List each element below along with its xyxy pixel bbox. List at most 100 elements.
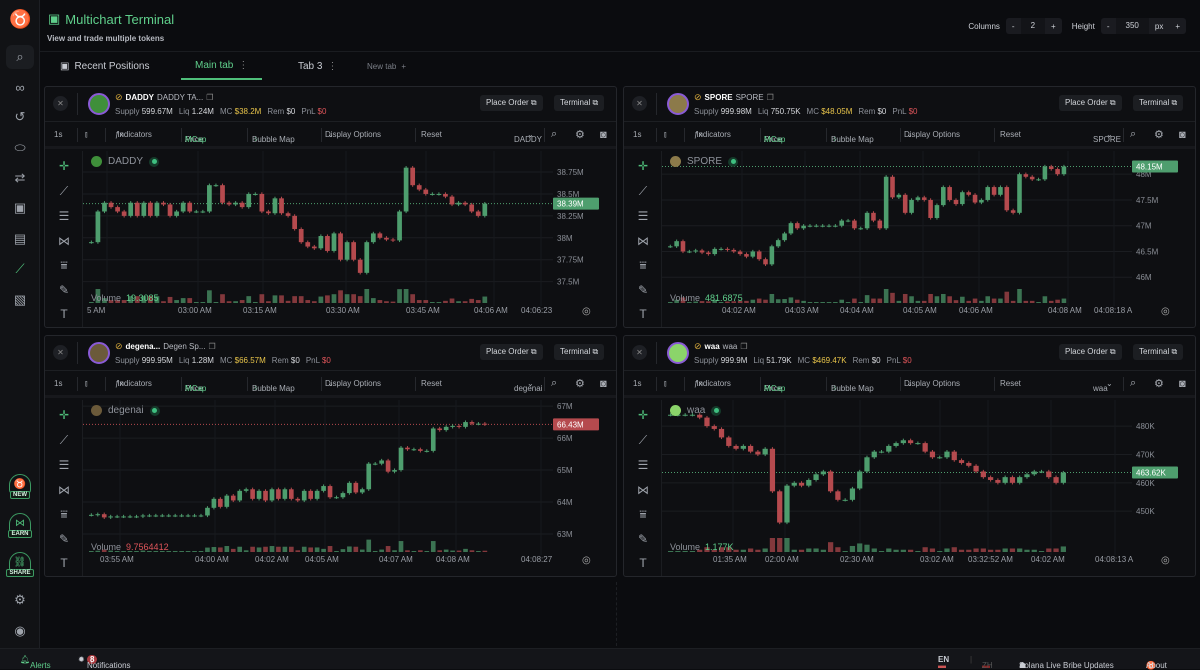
camera-icon[interactable]: ◙ [1179,129,1186,141]
fib-lines-icon[interactable]: ☰ [55,209,73,223]
notifications-button[interactable]: ✹ Notifications 8 [78,655,131,670]
close-icon[interactable]: ✕ [53,345,68,360]
tab-3[interactable]: Tab 3 ⋮ [298,52,337,80]
pattern-icon[interactable]: ⋈ [55,483,73,497]
terminal-button[interactable]: Terminal ⧉ [1133,95,1184,111]
chart-area[interactable]: ✛ ⟋ ☰ ⋈ ⩸ ✎ T 48M 47.5M 47M 46.5M 46M 48.15M … [624,151,1195,327]
chart-area[interactable]: ✛ ⟋ ☰ ⋈ ⩸ ✎ T 38.75M 38.5M 38.25M 38M 37.75M… [45,151,616,327]
place-order-button[interactable]: Place Order ⧉ [480,95,543,111]
measure-icon[interactable]: ⩸ [55,258,73,273]
trendline-icon[interactable]: ⟋ [634,433,652,448]
candle-type-icon[interactable]: ⫾ [664,379,667,389]
bull-logo-icon[interactable]: ♉ [9,9,31,30]
link-icon[interactable]: ∞ [6,75,34,99]
share-badge[interactable]: ⛓ SHARE [6,552,34,584]
indicators-button[interactable]: ƒx Indicators [115,130,152,139]
crosshair-icon[interactable]: ✛ [634,159,652,173]
trendline-icon[interactable]: ⟋ [55,433,73,448]
zoom-search-icon[interactable]: ⌕ [1130,128,1136,141]
candlestick-chart[interactable]: 480K 470K 460K 450K 463.62K [662,400,1196,555]
measure-icon[interactable]: ⩸ [634,258,652,273]
chevron-down-icon[interactable]: ⌄ [1106,130,1113,139]
fib-lines-icon[interactable]: ☰ [634,209,652,223]
crosshair-icon[interactable]: ✛ [55,408,73,422]
candlestick-chart[interactable]: 67M 66M 65M 64M 63M 66.43M [83,400,617,555]
gear-icon[interactable]: ⚙ [575,128,585,141]
interval-button[interactable]: 1s [54,130,62,139]
wallet-icon[interactable]: ▤ [6,227,34,251]
brush-icon[interactable]: ✎ [55,532,73,546]
interval-button[interactable]: 1s [633,130,641,139]
fib-lines-icon[interactable]: ☰ [634,458,652,472]
candlestick-chart[interactable]: 38.75M38.5M38.25M38M37.75M37.5M38.39M [83,151,617,306]
camera-icon[interactable]: ◙ [600,378,607,390]
new-badge[interactable]: ♉ NEW [6,474,34,506]
copy-icon[interactable]: ❐ [208,342,215,351]
columns-stepper[interactable]: -2 + [1005,18,1062,34]
text-icon[interactable]: T [55,556,73,570]
auto-scale-icon[interactable]: ◎ [1161,555,1170,566]
interval-button[interactable]: 1s [633,379,641,388]
pattern-icon[interactable]: ⋈ [634,483,652,497]
tab-main[interactable]: Main tab ⋮ [181,52,263,80]
measure-icon[interactable]: ⩸ [634,507,652,522]
chevron-down-icon[interactable]: ⌄ [527,130,534,139]
measure-icon[interactable]: ⩸ [55,507,73,522]
trendline-icon[interactable]: ⟋ [55,184,73,199]
fib-lines-icon[interactable]: ☰ [55,458,73,472]
height-minus[interactable]: - [1101,22,1116,31]
display-options-dropdown[interactable]: Display Options ⌄ [325,379,381,388]
crosshair-icon[interactable]: ✛ [634,408,652,422]
reset-button[interactable]: Reset [1000,379,1021,388]
camera-icon[interactable]: ◙ [1179,378,1186,390]
history-icon[interactable]: ↺ [6,105,34,129]
chevron-down-icon[interactable]: ⌄ [1106,379,1113,388]
user-icon[interactable]: ◉ [6,619,34,643]
gear-icon[interactable]: ⚙ [6,588,34,612]
terminal-button[interactable]: Terminal ⧉ [554,344,605,360]
copy-icon[interactable]: ❐ [767,93,774,102]
new-tab-button[interactable]: New tab + [367,52,406,80]
pattern-icon[interactable]: ⋈ [634,234,652,248]
candle-type-icon[interactable]: ⫾ [664,130,667,140]
gear-icon[interactable]: ⚙ [575,377,585,390]
interval-button[interactable]: 1s [54,379,62,388]
document-search-icon[interactable]: ▧ [6,288,34,312]
reset-button[interactable]: Reset [421,379,442,388]
zoom-search-icon[interactable]: ⌕ [1130,377,1136,390]
chart-icon[interactable]: ⟋ [6,257,34,281]
indicators-button[interactable]: ƒx Indicators [694,379,731,388]
gear-icon[interactable]: ⚙ [1154,128,1164,141]
place-order-button[interactable]: Place Order ⧉ [1059,95,1122,111]
indicators-button[interactable]: ƒx Indicators [694,130,731,139]
close-icon[interactable]: ✕ [632,96,647,111]
copy-icon[interactable]: ❐ [740,342,747,351]
display-options-dropdown[interactable]: Display Options ⌄ [904,130,960,139]
alerts-button[interactable]: 🔔︎ Alerts [20,655,51,670]
text-icon[interactable]: T [634,307,652,321]
pattern-icon[interactable]: ⋈ [55,234,73,248]
terminal-button[interactable]: Terminal ⧉ [1133,344,1184,360]
place-order-button[interactable]: Place Order ⧉ [1059,344,1122,360]
candle-type-icon[interactable]: ⫾ [85,130,88,140]
close-icon[interactable]: ✕ [632,345,647,360]
camera-icon[interactable]: ◙ [600,129,607,141]
more-icon[interactable]: ⋮ [327,61,337,72]
search-icon[interactable]: ⌕ [6,45,34,69]
auto-scale-icon[interactable]: ◎ [1161,306,1170,317]
text-icon[interactable]: T [634,556,652,570]
chart-area[interactable]: ✛ ⟋ ☰ ⋈ ⩸ ✎ T 480K 470K 460K 450K 463.62K wa… [624,400,1195,576]
chart-area[interactable]: ✛ ⟋ ☰ ⋈ ⩸ ✎ T 67M 66M 65M 64M 63M 66.43M dege… [45,400,616,576]
trendline-icon[interactable]: ⟋ [634,184,652,199]
auto-scale-icon[interactable]: ◎ [582,306,591,317]
briefcase-icon[interactable]: ▣ [6,196,34,220]
earn-badge[interactable]: ⋈ EARN [6,513,34,545]
chevron-down-icon[interactable]: ⌄ [527,379,534,388]
zoom-search-icon[interactable]: ⌕ [551,377,557,390]
swap-icon[interactable]: ⇄ [6,166,34,190]
text-icon[interactable]: T [55,307,73,321]
height-plus[interactable]: + [1169,22,1186,31]
height-stepper[interactable]: -350 px + [1100,18,1186,34]
reset-button[interactable]: Reset [1000,130,1021,139]
brush-icon[interactable]: ✎ [634,532,652,546]
